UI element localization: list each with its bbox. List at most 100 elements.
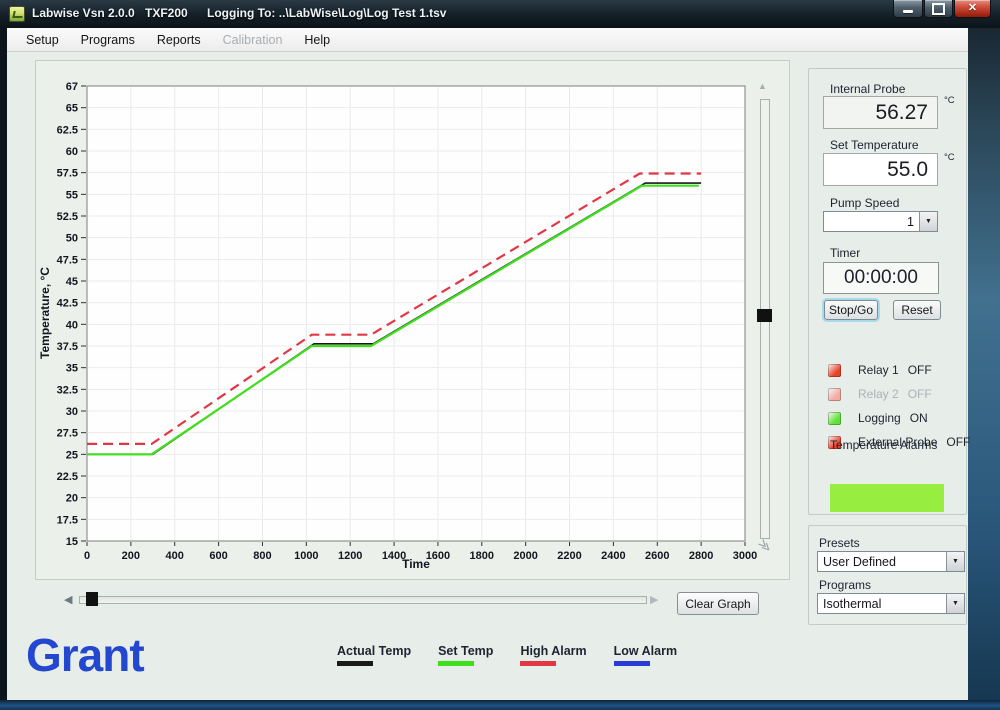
v-scroll-up-icon[interactable]: ▲ <box>758 81 767 91</box>
legend-label: High Alarm <box>520 644 586 658</box>
h-scroll-left-icon[interactable]: ◀ <box>64 593 72 606</box>
legend-swatch <box>614 661 650 666</box>
x-tick-label: 2000 <box>513 550 537 562</box>
reset-button[interactable]: Reset <box>893 300 941 320</box>
presets-value: User Defined <box>818 552 946 571</box>
legend-low-alarm: Low Alarm <box>614 644 677 666</box>
y-tick-label: 65 <box>66 103 78 115</box>
x-axis-label: Time <box>402 557 430 571</box>
app-icon <box>9 6 25 22</box>
indicator-label: Relay 1 <box>858 363 899 377</box>
x-tick-label: 1000 <box>294 550 318 562</box>
window-frame-right <box>967 0 1000 710</box>
minimize-button[interactable] <box>893 0 923 18</box>
maximize-icon <box>932 3 945 15</box>
indicator-label: Relay 2 <box>858 387 899 401</box>
y-tick-label: 57.5 <box>57 168 78 180</box>
relay-2-led-icon <box>828 388 841 401</box>
internal-probe-unit: °C <box>944 95 955 106</box>
programs-dropdown-button[interactable]: ▼ <box>946 594 964 613</box>
legend-actual-temp: Actual Temp <box>337 644 411 666</box>
internal-probe-label: Internal Probe <box>830 82 905 96</box>
v-scrollbar-thumb[interactable] <box>757 309 772 322</box>
app-title: Labwise Vsn 2.0.0 <box>32 6 135 20</box>
window-frame-bottom <box>0 700 1000 710</box>
set-temperature-unit: °C <box>944 152 955 163</box>
presets-label: Presets <box>819 536 860 550</box>
y-tick-label: 20 <box>66 493 78 505</box>
pump-speed-select[interactable]: 1 ▼ <box>823 211 938 232</box>
h-scrollbar-thumb[interactable] <box>86 592 98 606</box>
legend-high-alarm: High Alarm <box>520 644 586 666</box>
menu-item-setup[interactable]: Setup <box>15 30 70 50</box>
menu-item-programs[interactable]: Programs <box>70 30 146 50</box>
h-scroll-right-icon[interactable]: ▶ <box>650 593 658 606</box>
set-temperature-label: Set Temperature <box>830 138 919 152</box>
presets-select[interactable]: User Defined ▼ <box>817 551 965 572</box>
x-tick-label: 800 <box>253 550 271 562</box>
indicator-state: OFF <box>908 363 932 377</box>
x-tick-label: 0 <box>84 550 90 562</box>
chevron-down-icon: ▼ <box>925 218 932 225</box>
pump-speed-label: Pump Speed <box>830 196 899 210</box>
programs-value: Isothermal <box>818 594 946 613</box>
temperature-alarm-strip <box>830 484 944 512</box>
legend-swatch <box>337 661 373 666</box>
maximize-button[interactable] <box>924 0 953 18</box>
menu-item-calibration: Calibration <box>212 30 294 50</box>
y-tick-label: 62.5 <box>57 124 78 136</box>
y-tick-label: 17.5 <box>57 514 78 526</box>
x-tick-label: 2600 <box>645 550 669 562</box>
y-tick-label: 22.5 <box>57 471 78 483</box>
timer-display: 00:00:00 <box>823 262 939 294</box>
pump-speed-dropdown-button[interactable]: ▼ <box>919 212 937 231</box>
brand-logo: Grant <box>26 628 144 682</box>
indicator-state: OFF <box>908 387 932 401</box>
y-tick-label: 42.5 <box>57 298 78 310</box>
menubar: SetupProgramsReportsCalibrationHelp <box>7 28 968 52</box>
logging-path: Logging To: ..\LabWise\Log\Log Test 1.ts… <box>207 6 446 20</box>
y-tick-label: 27.5 <box>57 428 78 440</box>
x-tick-label: 2800 <box>689 550 713 562</box>
chevron-down-icon: ▼ <box>952 558 959 565</box>
y-tick-label: 67 <box>66 81 78 93</box>
stop-go-button[interactable]: Stop/Go <box>824 300 878 320</box>
legend-label: Low Alarm <box>614 644 677 658</box>
clear-graph-button[interactable]: Clear Graph <box>677 592 759 615</box>
set-temperature-field[interactable]: 55.0 <box>823 153 938 186</box>
legend-set-temp: Set Temp <box>438 644 493 666</box>
chevron-down-icon: ▼ <box>952 600 959 607</box>
y-tick-label: 55 <box>66 189 78 201</box>
presets-dropdown-button[interactable]: ▼ <box>946 552 964 571</box>
device-name: TXF200 <box>145 6 188 20</box>
menu-item-help[interactable]: Help <box>293 30 341 50</box>
x-tick-label: 3000 <box>733 550 757 562</box>
y-tick-label: 37.5 <box>57 341 78 353</box>
y-tick-label: 40 <box>66 319 78 331</box>
y-tick-label: 45 <box>66 276 78 288</box>
indicator-label: Logging <box>858 411 901 425</box>
y-tick-label: 50 <box>66 233 78 245</box>
internal-probe-value: 56.27 <box>823 96 938 129</box>
relay-1-led-icon <box>828 364 841 377</box>
legend-swatch <box>438 661 474 666</box>
y-tick-label: 30 <box>66 406 78 418</box>
temperature-alarms-label: Temperature Alarms <box>830 438 937 452</box>
y-tick-label: 25 <box>66 449 78 461</box>
h-scrollbar-track[interactable] <box>79 596 647 604</box>
programs-select[interactable]: Isothermal ▼ <box>817 593 965 614</box>
logging-led-icon <box>828 412 841 425</box>
indicator-state: ON <box>910 411 928 425</box>
graph-panel: 0200400600800100012001400160018002000220… <box>35 60 790 580</box>
legend: Actual Temp Set Temp High Alarm Low Alarm <box>337 644 677 666</box>
x-tick-label: 600 <box>209 550 227 562</box>
pump-speed-value: 1 <box>824 212 919 231</box>
menu-item-reports[interactable]: Reports <box>146 30 212 50</box>
x-tick-label: 1800 <box>470 550 494 562</box>
x-tick-label: 2400 <box>601 550 625 562</box>
y-tick-label: 35 <box>66 363 78 375</box>
close-button[interactable]: ✕ <box>954 0 991 18</box>
legend-label: Actual Temp <box>337 644 411 658</box>
x-tick-label: 200 <box>122 550 140 562</box>
x-tick-label: 1200 <box>338 550 362 562</box>
